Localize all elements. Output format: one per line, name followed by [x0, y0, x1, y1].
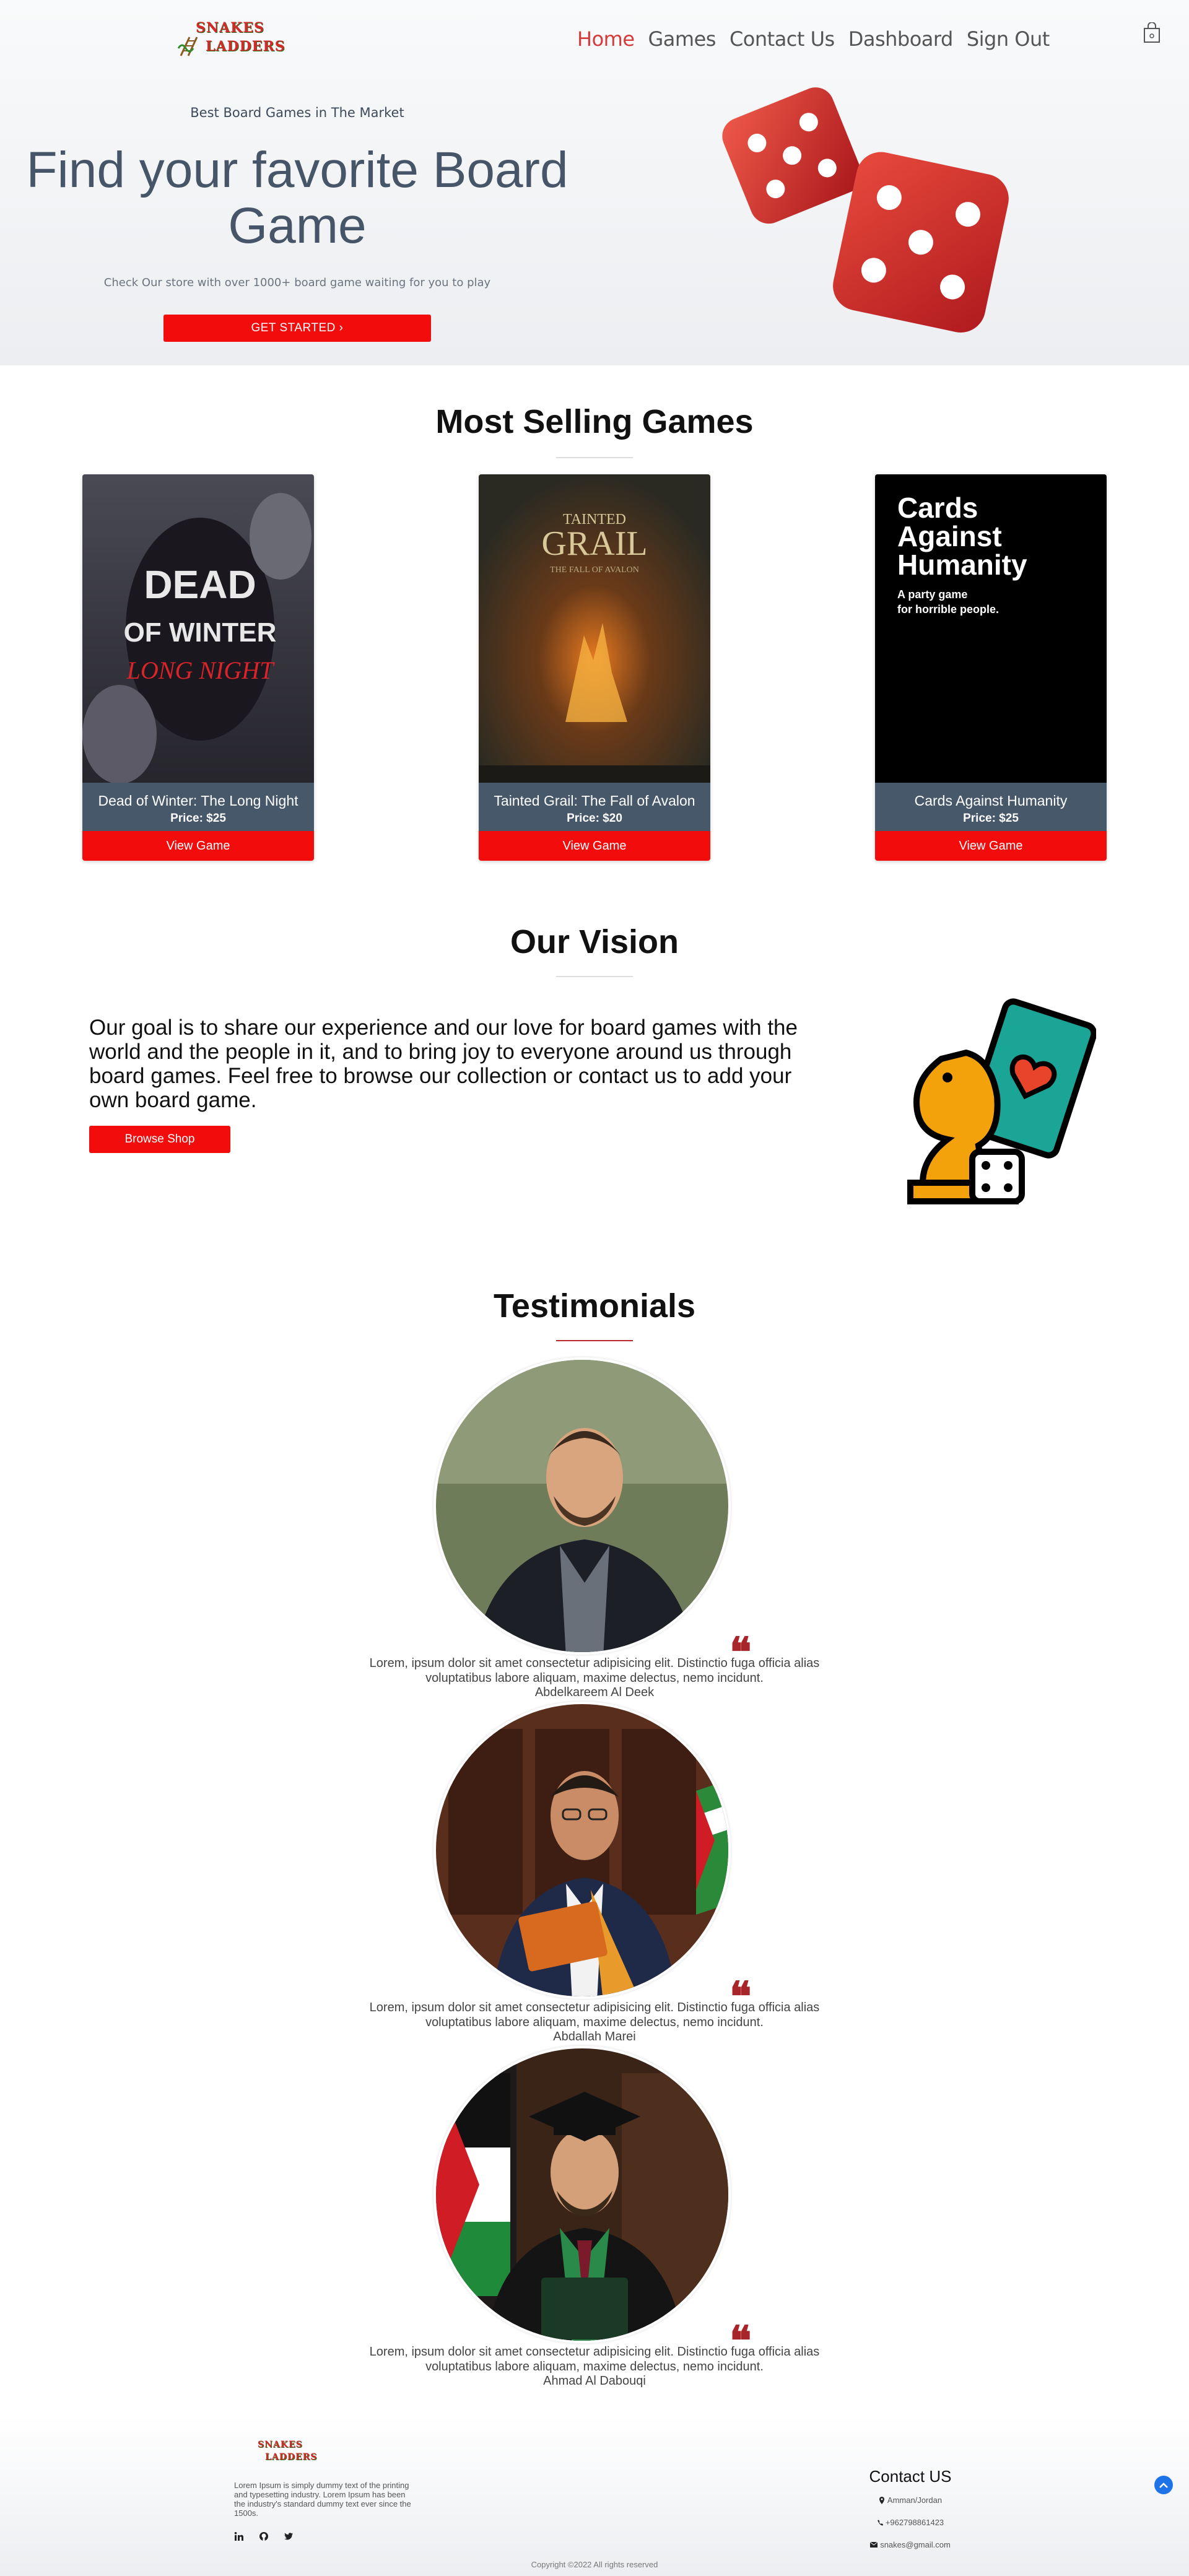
envelope-icon	[870, 2542, 878, 2548]
github-icon[interactable]	[259, 2531, 269, 2541]
svg-text:LONG NIGHT: LONG NIGHT	[126, 656, 275, 684]
page: SNAKES LADDERS Home Games Contact Us Das…	[0, 0, 1189, 2576]
get-started-button[interactable]: GET STARTED ›	[163, 315, 431, 342]
logo-text-bottom: LADDERS	[206, 38, 285, 54]
testimonial-item: ❝ Lorem, ipsum dolor sit amet consectetu…	[0, 1357, 1189, 1704]
contact-title: Contact US	[869, 2467, 952, 2486]
hero-title-line2: Game	[228, 198, 367, 254]
view-game-button[interactable]: View Game	[875, 831, 1107, 861]
game-card[interactable]: TAINTED GRAIL THE FALL OF AVALON Tainted…	[479, 474, 710, 861]
view-game-button[interactable]: View Game	[82, 831, 314, 861]
svg-text:Against: Against	[897, 520, 1002, 552]
testimonial-avatar	[433, 2046, 731, 2343]
vision-text: Our goal is to share our experience and …	[89, 1016, 798, 1112]
section-divider	[556, 457, 633, 458]
testimonial-author: Abdallah Marei	[553, 2030, 636, 2043]
shopping-bag-icon[interactable]	[1143, 22, 1161, 43]
testimonial-text: Lorem, ipsum dolor sit amet consectetur …	[369, 2001, 820, 2029]
game-card[interactable]: DEAD OF WINTER LONG NIGHT Dead of Winter…	[82, 474, 314, 861]
game-card-info: Cards Against Humanity Price: $25	[875, 783, 1107, 831]
section-divider	[556, 976, 633, 977]
site-logo[interactable]: SNAKES LADDERS	[172, 17, 285, 62]
game-card[interactable]: Cards Against Humanity A party game for …	[875, 474, 1107, 861]
footer-logo-text-bottom: LADDERS	[265, 2452, 318, 2462]
vision-title: Our Vision	[510, 923, 679, 960]
svg-text:for horrible people.: for horrible people.	[897, 603, 999, 616]
game-name: Dead of Winter: The Long Night	[98, 793, 298, 809]
svg-text:GRAIL: GRAIL	[541, 524, 647, 563]
site-footer: SNAKES LADDERS Lorem Ipsum is simply dum…	[0, 2416, 1189, 2576]
board-game-pieces-icon	[907, 998, 1096, 1204]
nav-games[interactable]: Games	[648, 27, 716, 51]
contact-address: Amman/Jordan	[848, 2496, 972, 2505]
hero-kicker: Best Board Games in The Market	[190, 105, 404, 120]
footer-logo[interactable]: SNAKES LADDERS	[242, 2439, 316, 2469]
game-cover-image: DEAD OF WINTER LONG NIGHT	[82, 474, 314, 783]
game-cover-image: Cards Against Humanity A party game for …	[875, 474, 1107, 783]
testimonial-author: Ahmad Al Dabouqi	[543, 2374, 646, 2388]
footer-about-text: Lorem Ipsum is simply dummy text of the …	[234, 2481, 411, 2518]
game-card-info: Dead of Winter: The Long Night Price: $2…	[82, 783, 314, 831]
game-price: Price: $25	[170, 812, 226, 825]
social-links	[234, 2531, 294, 2541]
testimonial-avatar	[433, 1357, 731, 1655]
section-divider	[556, 1340, 633, 1341]
nav-contact-us[interactable]: Contact Us	[730, 27, 835, 51]
contact-phone-text: +962798861423	[885, 2518, 944, 2527]
game-price: Price: $20	[567, 812, 622, 825]
phone-icon	[877, 2520, 883, 2525]
copyright: Copyright ©2022 All rights reserved	[531, 2560, 658, 2569]
testimonial-text: Lorem, ipsum dolor sit amet consectetur …	[369, 1656, 820, 1685]
contact-email-text: snakes@gmail.com	[880, 2540, 951, 2549]
contact-address-text: Amman/Jordan	[887, 2496, 943, 2505]
testimonial-author: Abdelkareem Al Deek	[534, 1686, 655, 1699]
testimonial-item: ❝ Lorem, ipsum dolor sit amet consectetu…	[0, 1702, 1189, 2048]
twitter-icon[interactable]	[284, 2531, 294, 2541]
scroll-to-top-button[interactable]	[1154, 2476, 1173, 2494]
chevron-up-icon	[1159, 2482, 1168, 2488]
game-price: Price: $25	[963, 812, 1019, 825]
svg-text:DEAD: DEAD	[144, 562, 256, 607]
testimonial-item: ❝ Lorem, ipsum dolor sit amet consectetu…	[0, 2046, 1189, 2393]
map-marker-icon	[879, 2496, 884, 2504]
svg-text:Cards: Cards	[897, 492, 978, 524]
nav-dashboard[interactable]: Dashboard	[848, 27, 954, 51]
svg-text:THE FALL OF AVALON: THE FALL OF AVALON	[550, 565, 639, 575]
nav-sign-out[interactable]: Sign Out	[967, 27, 1050, 51]
testimonial-avatar	[433, 1702, 731, 1999]
svg-text:Humanity: Humanity	[897, 549, 1027, 581]
nav-home[interactable]: Home	[577, 27, 635, 51]
testimonial-text: Lorem, ipsum dolor sit amet consectetur …	[369, 2345, 820, 2374]
dice-illustration	[722, 87, 1009, 333]
logo-text-top: SNAKES	[196, 20, 264, 36]
testimonials-title: Testimonials	[493, 1287, 696, 1325]
ladder-icon	[177, 37, 198, 56]
contact-email[interactable]: snakes@gmail.com	[848, 2540, 972, 2549]
hero-title-line1: Find your favorite Board	[26, 142, 568, 198]
game-cover-image: TAINTED GRAIL THE FALL OF AVALON	[479, 474, 710, 783]
hero-subtitle: Check Our store with over 1000+ board ga…	[103, 276, 491, 289]
game-name: Cards Against Humanity	[914, 793, 1068, 809]
main-nav: Home Games Contact Us Dashboard Sign Out	[577, 27, 1063, 51]
svg-text:A party game: A party game	[897, 588, 967, 601]
game-name: Tainted Grail: The Fall of Avalon	[494, 793, 695, 809]
linkedin-icon[interactable]	[234, 2531, 244, 2541]
hero-title: Find your favorite Board Game	[6, 142, 588, 254]
browse-shop-button[interactable]: Browse Shop	[89, 1126, 230, 1153]
most-selling-title: Most Selling Games	[435, 403, 754, 440]
game-card-info: Tainted Grail: The Fall of Avalon Price:…	[479, 783, 710, 831]
contact-phone[interactable]: +962798861423	[848, 2518, 972, 2527]
svg-text:OF WINTER: OF WINTER	[124, 617, 277, 648]
footer-logo-text-top: SNAKES	[258, 2440, 303, 2450]
view-game-button[interactable]: View Game	[479, 831, 710, 861]
